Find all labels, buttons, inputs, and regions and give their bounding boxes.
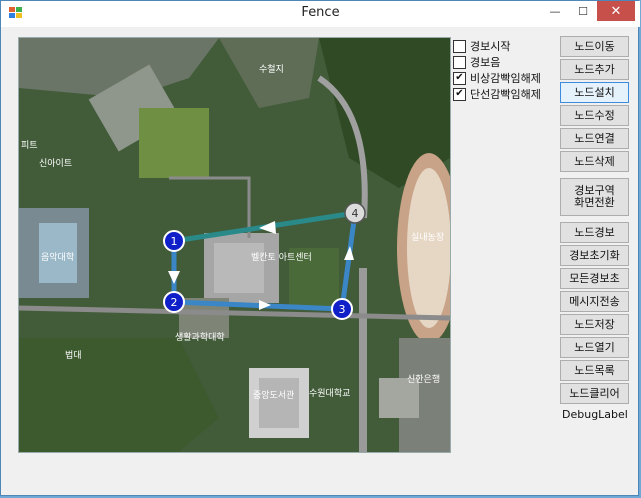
checkmark-icon[interactable]: ✔	[453, 87, 466, 101]
map-label: 피트	[21, 140, 38, 151]
all-alarm-reset-button[interactable]: 모든경보초	[560, 268, 629, 289]
title-bar[interactable]: Fence — ☐ ✕	[1, 1, 640, 27]
node-label-4: 4	[352, 207, 359, 220]
emergency-blink-release-checkbox[interactable]: ✔ 비상감빡임해제	[453, 70, 541, 86]
node-connect-button[interactable]: 노드연결	[560, 128, 629, 149]
alarm-start-checkbox[interactable]: 경보시작	[453, 38, 510, 54]
checkbox-label: 비상감빡임해제	[470, 72, 541, 85]
node-add-button[interactable]: 노드추가	[560, 59, 629, 80]
map-label: 신한은행	[407, 373, 440, 385]
checkbox-square[interactable]	[453, 39, 466, 53]
checkbox-label: 단선감빡임해제	[470, 88, 541, 101]
map-label: 법대	[65, 350, 82, 361]
node-label-3: 3	[339, 303, 346, 316]
node-edit-button[interactable]: 노드수정	[560, 105, 629, 126]
node-clear-button[interactable]: 노드클리어	[560, 383, 629, 404]
map-label: 벨칸토 아트센터	[251, 252, 312, 263]
send-message-button[interactable]: 메시지전송	[560, 291, 629, 312]
node-move-button[interactable]: 노드이동	[560, 36, 629, 57]
debug-label: DebugLabel	[562, 408, 628, 421]
satellite-map[interactable]: 1 2 3 4 수철지 피트 신아이트 음악대학 벨칸토 아트센터 생활과학대학…	[18, 37, 451, 453]
node-list-button[interactable]: 노드목록	[560, 360, 629, 381]
map-label: 중앙도서관	[253, 389, 294, 401]
map-label: 생활과학대학	[175, 331, 225, 343]
node-open-button[interactable]: 노드열기	[560, 337, 629, 358]
node-label-1: 1	[171, 235, 178, 248]
alarm-sound-checkbox[interactable]: 경보음	[453, 54, 500, 70]
alarm-reset-button[interactable]: 경보초기화	[560, 245, 629, 266]
node-marker-3[interactable]: 3	[331, 298, 353, 320]
node-delete-button[interactable]: 노드삭제	[560, 151, 629, 172]
node-alarm-button[interactable]: 노드경보	[560, 222, 629, 243]
node-marker-4[interactable]: 4	[344, 202, 366, 224]
disconnect-blink-release-checkbox[interactable]: ✔ 단선감빡임해제	[453, 86, 541, 102]
map-canvas[interactable]: 1 2 3 4 수철지 피트 신아이트 음악대학 벨칸토 아트센터 생활과학대학…	[19, 38, 450, 452]
checkbox-label: 경보시작	[470, 40, 511, 53]
node-marker-1[interactable]: 1	[163, 230, 185, 252]
maximize-button[interactable]: ☐	[569, 1, 597, 21]
map-label: 음악대학	[41, 251, 74, 263]
node-save-button[interactable]: 노드저장	[560, 314, 629, 335]
map-label: 실내농장	[411, 232, 444, 243]
alarm-area-switch-button[interactable]: 경보구역 화면전환	[560, 178, 629, 216]
node-install-button[interactable]: 노드설치	[560, 82, 629, 103]
button-line: 화면전환	[574, 196, 615, 209]
checkbox-square[interactable]	[453, 55, 466, 69]
checkmark-icon[interactable]: ✔	[453, 71, 466, 85]
map-label: 수원대학교	[309, 388, 350, 399]
map-label: 수철지	[259, 64, 284, 75]
fence-window: Fence — ☐ ✕ 1 2 3 4 수철지 피트 신아이트 음악대학 벨칸토…	[0, 0, 640, 496]
node-marker-2[interactable]: 2	[163, 291, 185, 313]
checkbox-label: 경보음	[470, 56, 501, 69]
node-label-2: 2	[171, 296, 178, 309]
minimize-button[interactable]: —	[541, 1, 569, 21]
close-button[interactable]: ✕	[597, 1, 635, 21]
map-label: 신아이트	[39, 158, 72, 169]
